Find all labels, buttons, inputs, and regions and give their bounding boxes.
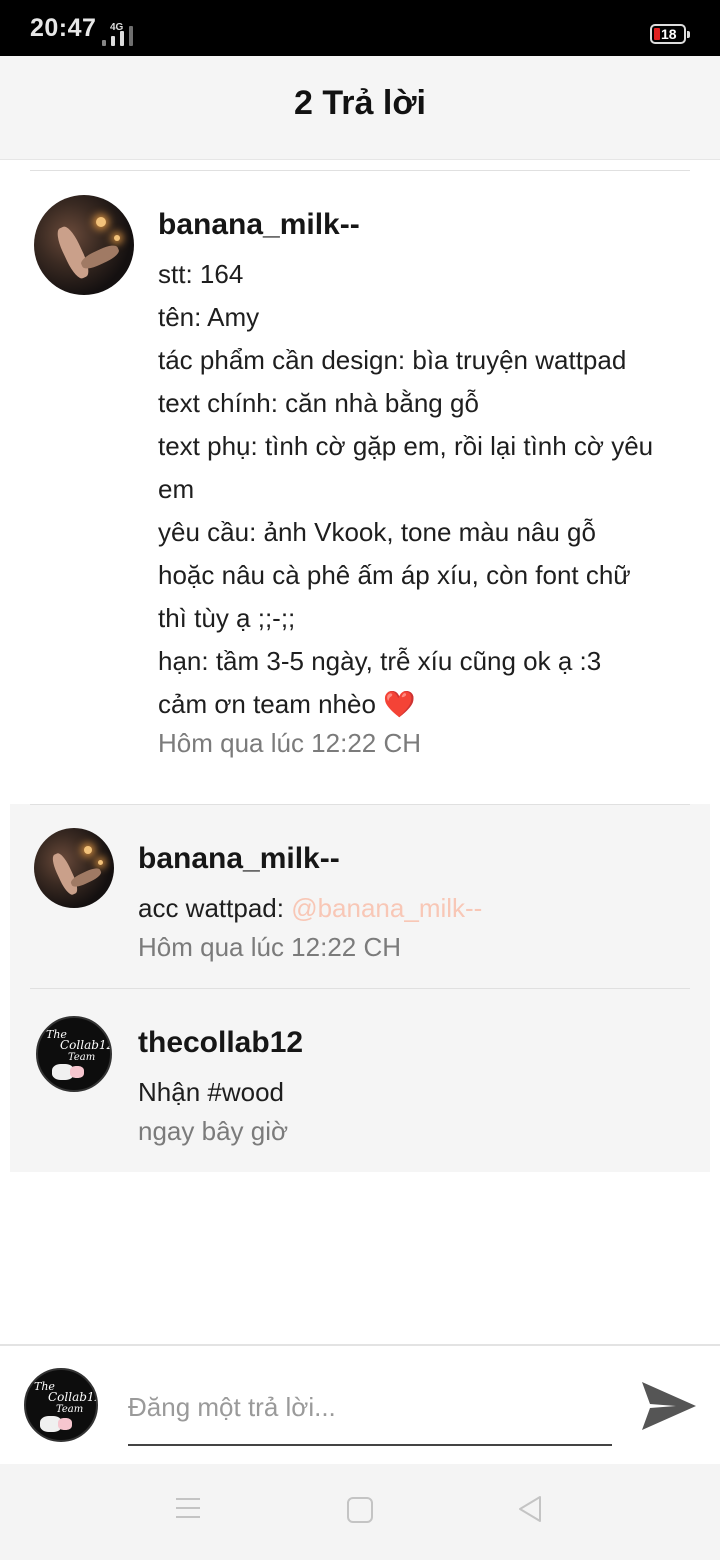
logo-text: Team [56, 1404, 84, 1415]
avatar: The Collab12 Team [24, 1368, 98, 1442]
comment-line: yêu cầu: ảnh Vkook, tone màu nâu gỗ [158, 517, 596, 547]
divider [30, 804, 690, 805]
logo-text: Collab12 [48, 1390, 98, 1404]
comment-line: cảm ơn team nhèo ❤️ [158, 689, 416, 719]
divider [30, 170, 690, 171]
logo-text: Collab12 [60, 1038, 112, 1052]
menu-icon[interactable] [174, 1496, 202, 1520]
battery-level: 18 [661, 26, 677, 42]
comment-text: acc wattpad: [138, 893, 292, 923]
comment-timestamp: ngay bây giờ [138, 1116, 289, 1146]
divider [30, 988, 690, 989]
comment-line: text chính: căn nhà bằng gỗ [158, 388, 479, 418]
signal-icon: 4G [102, 22, 142, 46]
mention-link[interactable]: @banana_milk-- [291, 893, 482, 923]
comment-body: acc wattpad: @banana_milk-- [138, 887, 698, 930]
comment-line: tên: Amy [158, 302, 260, 332]
home-icon[interactable] [346, 1496, 374, 1524]
comment-body: Nhận #wood [138, 1077, 284, 1107]
comment-username[interactable]: banana_milk-- [138, 842, 340, 876]
comment-line: tác phẩm cần design: bìa truyện wattpad [158, 345, 627, 375]
comment-line: hạn: tầm 3-5 ngày, trễ xíu cũng ok ạ :3 [158, 646, 602, 676]
comment-username[interactable]: banana_milk-- [158, 208, 360, 242]
reply-composer: The Collab12 Team Đăng một trả lời... [0, 1344, 720, 1464]
reply-input[interactable]: Đăng một trả lời... [128, 1386, 612, 1446]
comment-line: text phụ: tình cờ gặp em, rồi lại tình c… [158, 431, 654, 461]
comment-line: hoặc nâu cà phê ấm áp xíu, còn font chữ [158, 560, 631, 590]
logo-text: Team [68, 1052, 96, 1063]
comment-line: stt: 164 [158, 259, 244, 289]
status-bar: 20:47 4G 18 [0, 0, 720, 56]
comment-timestamp: Hôm qua lúc 12:22 CH [138, 932, 402, 962]
avatar[interactable] [34, 828, 114, 908]
app-header: 2 Trả lời [0, 56, 720, 160]
back-icon[interactable] [516, 1494, 544, 1524]
comment-line: thì tùy ạ ;;-;; [158, 603, 296, 633]
comment-username[interactable]: thecollab12 [138, 1026, 303, 1060]
battery-icon: 18 [650, 24, 690, 44]
status-time: 20:47 [30, 14, 97, 42]
comment-line: em [158, 474, 195, 504]
send-icon[interactable] [640, 1378, 698, 1434]
comment-timestamp: Hôm qua lúc 12:22 CH [158, 728, 422, 758]
system-nav-bar [0, 1464, 720, 1560]
avatar[interactable] [34, 195, 134, 295]
reply-input-placeholder: Đăng một trả lời... [128, 1392, 336, 1422]
comment-body: stt: 164 tên: Amy tác phẩm cần design: b… [158, 253, 698, 726]
page-title: 2 Trả lời [294, 84, 426, 122]
avatar[interactable]: The Collab12 Team [36, 1016, 112, 1092]
